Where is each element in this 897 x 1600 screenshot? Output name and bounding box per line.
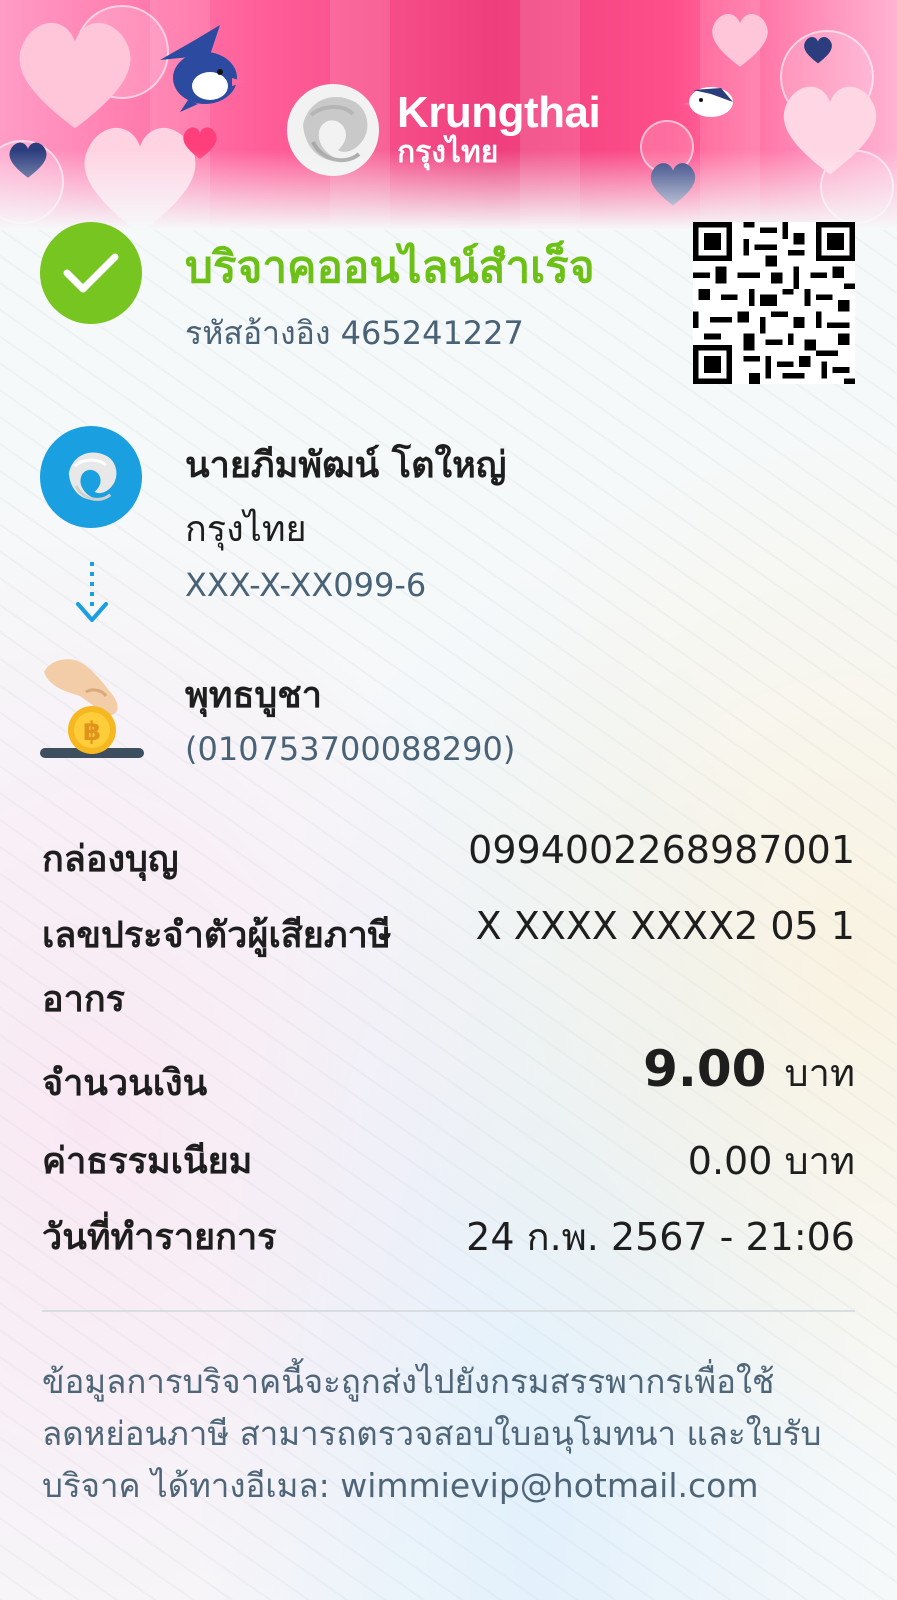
donation-note: ข้อมูลการบริจาคนี้จะถูกส่งไปยังกรมสรรพาก… xyxy=(42,1356,857,1512)
krungthai-emblem-icon xyxy=(287,84,379,176)
tax-id-value: X XXXX XXXX2 05 1 xyxy=(475,904,855,948)
heart-icon xyxy=(804,36,832,64)
box-label: กล่องบุญ xyxy=(42,839,179,880)
heart-icon xyxy=(712,13,768,67)
heart-icon xyxy=(783,86,877,175)
success-check-icon xyxy=(40,222,142,324)
fee-label: ค่าธรรมเนียม xyxy=(42,1141,253,1182)
heart-icon xyxy=(650,163,696,206)
qr-code-icon[interactable] xyxy=(693,222,855,384)
donation-coin-icon: ฿ xyxy=(40,659,144,758)
note-line-2: ลดหย่อนภาษี สามารถตรวจสอบใบอนุโมทนา และใ… xyxy=(42,1414,822,1453)
krungthai-logo-icon xyxy=(40,426,142,528)
status-title: บริจาคออนไลน์สำเร็จ xyxy=(185,242,595,293)
amount-label: จำนวนเงิน xyxy=(42,1063,208,1104)
date-label: วันที่ทำรายการ xyxy=(42,1217,277,1258)
reference-line: รหัสอ้างอิง 465241227 xyxy=(185,308,524,359)
receiver-name: พุทธบูชา xyxy=(185,675,322,716)
date-value: 24 ก.พ. 2567 - 21:06 xyxy=(466,1215,855,1259)
sender-name: นายภีมพัฒน์ โตใหญ่ xyxy=(185,445,507,486)
amount-row-value: 9.00 บาท xyxy=(643,1040,855,1103)
sender-bank: กรุงไทย xyxy=(185,509,307,550)
receipt-page: Krungthai กรุงไทย บริจาคออนไลน์สำเร็จ รห… xyxy=(0,0,897,1600)
reference-label: รหัสอ้างอิง xyxy=(185,314,331,352)
amount-value: 9.00 xyxy=(643,1040,767,1098)
heart-icon xyxy=(9,142,47,178)
tax-id-label-line1: เลขประจำตัวผู้เสียภาษี xyxy=(42,915,392,956)
sender-account: XXX-X-XX099-6 xyxy=(185,566,427,604)
brand-name-en: Krungthai xyxy=(397,88,601,137)
heart-icon xyxy=(183,127,217,159)
reference-number: 465241227 xyxy=(340,314,524,352)
tax-id-label-line2: อากร xyxy=(42,979,125,1020)
divider xyxy=(42,1310,855,1312)
box-value: 0994002268987001 xyxy=(468,828,855,872)
arrow-down-icon xyxy=(76,562,108,622)
bluebird-icon xyxy=(160,25,246,112)
krungthai-brand: Krungthai กรุงไทย xyxy=(283,80,613,180)
receiver-id: (010753700088290) xyxy=(185,730,516,768)
note-line-3: บริจาค ได้ทางอีเมล: wimmievip@hotmail.co… xyxy=(42,1466,759,1505)
svg-text:฿: ฿ xyxy=(83,717,101,747)
fee-value: 0.00 บาท xyxy=(687,1139,855,1183)
amount-unit: บาท xyxy=(784,1051,855,1095)
heart-icon xyxy=(19,22,131,129)
brand-name-th: กรุงไทย xyxy=(397,136,499,169)
bird-icon xyxy=(683,87,733,117)
note-line-1: ข้อมูลการบริจาคนี้จะถูกส่งไปยังกรมสรรพาก… xyxy=(42,1362,775,1401)
header-banner: Krungthai กรุงไทย xyxy=(0,0,897,230)
